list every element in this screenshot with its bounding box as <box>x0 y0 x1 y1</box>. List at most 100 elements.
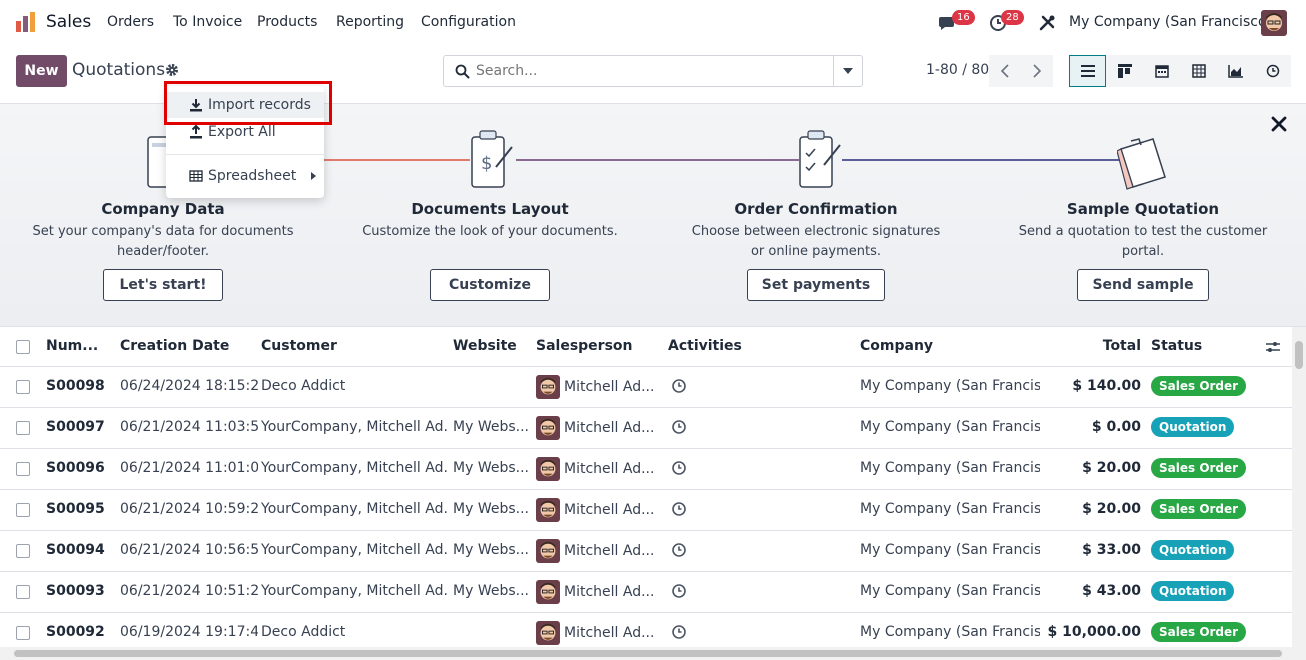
salesperson-avatar <box>536 375 560 399</box>
view-list[interactable] <box>1069 55 1106 87</box>
cell-number: S00097 <box>46 419 105 435</box>
cell-salesperson: Mitchell Ad... <box>564 543 655 559</box>
company-switcher[interactable]: My Company (San Francisco) <box>1069 14 1272 30</box>
row-checkbox[interactable] <box>16 544 30 558</box>
vertical-scrollbar[interactable] <box>1292 327 1306 647</box>
activity-clock-icon[interactable] <box>671 460 687 476</box>
cell-website: My Webs... <box>453 460 529 476</box>
col-activities[interactable]: Activities <box>668 338 742 354</box>
step-desc-documents-layout: Customize the look of your documents. <box>355 222 625 242</box>
pager-next[interactable] <box>1021 55 1053 87</box>
col-creation-date[interactable]: Creation Date <box>120 338 229 354</box>
new-button[interactable]: New <box>16 55 67 87</box>
cell-salesperson: Mitchell Ad... <box>564 625 655 641</box>
send-sample-button[interactable]: Send sample <box>1077 269 1209 301</box>
export-all-label: Export All <box>208 124 276 140</box>
activity-view-icon <box>1266 64 1279 78</box>
menu-orders[interactable]: Orders <box>107 14 154 30</box>
import-records-label: Import records <box>208 97 311 113</box>
view-calendar[interactable] <box>1143 55 1180 87</box>
horizontal-scrollbar[interactable] <box>0 647 1306 660</box>
kanban-view-icon <box>1117 64 1132 78</box>
caret-down-icon <box>843 68 853 74</box>
view-graph[interactable] <box>1217 55 1254 87</box>
pager-value[interactable]: 1-80 / 80 <box>926 62 989 78</box>
status-badge: Sales Order <box>1151 499 1247 519</box>
menu-to-invoice[interactable]: To Invoice <box>173 14 242 30</box>
gear-icon[interactable] <box>165 63 179 77</box>
menu-configuration[interactable]: Configuration <box>421 14 516 30</box>
table-row[interactable]: S00093 06/21/2024 10:51:24 YourCompany, Mi… <box>0 572 1292 613</box>
list-view-icon <box>1080 65 1095 77</box>
chevron-right-icon <box>1033 64 1041 78</box>
salesperson-avatar <box>536 457 560 481</box>
column-options-icon[interactable] <box>1265 339 1281 355</box>
col-salesperson[interactable]: Salesperson <box>536 338 633 354</box>
cell-company: My Company (San Francis... <box>860 501 1040 517</box>
row-checkbox[interactable] <box>16 626 30 640</box>
cell-customer: Deco Addict <box>261 624 346 640</box>
menu-products[interactable]: Products <box>257 14 317 30</box>
search-input[interactable] <box>476 57 831 85</box>
activity-clock-icon[interactable] <box>671 378 687 394</box>
activity-clock-icon[interactable] <box>671 583 687 599</box>
table-row[interactable]: S00094 06/21/2024 10:56:58 YourCompany, Mi… <box>0 531 1292 572</box>
col-status[interactable]: Status <box>1151 338 1202 354</box>
view-activity[interactable] <box>1254 55 1291 87</box>
cell-company: My Company (San Francis... <box>860 583 1040 599</box>
customize-button[interactable]: Customize <box>430 269 550 301</box>
step-desc-order-confirmation: Choose between electronic signatures or … <box>681 222 951 262</box>
vertical-scroll-thumb[interactable] <box>1295 341 1303 369</box>
col-company[interactable]: Company <box>860 338 933 354</box>
col-number[interactable]: Num... <box>46 338 98 354</box>
horizontal-scroll-thumb[interactable] <box>14 650 1282 657</box>
table-row[interactable]: S00097 06/21/2024 11:03:53 YourCompany, Mi… <box>0 408 1292 449</box>
cell-company: My Company (San Francis... <box>860 460 1040 476</box>
col-total[interactable]: Total <box>1050 338 1141 354</box>
app-name[interactable]: Sales <box>46 12 91 32</box>
calendar-view-icon <box>1154 65 1169 78</box>
table-row[interactable]: S00098 06/24/2024 18:15:21 Deco Addict Mitc… <box>0 367 1292 408</box>
cell-creation-date: 06/21/2024 11:03:53 <box>120 419 258 435</box>
close-icon[interactable] <box>1269 114 1289 134</box>
activity-clock-icon[interactable] <box>671 542 687 558</box>
table-row[interactable]: S00095 06/21/2024 10:59:22 YourCompany, Mi… <box>0 490 1292 531</box>
status-badge: Sales Order <box>1151 376 1247 396</box>
page-title: Quotations <box>72 60 166 80</box>
caret-right-icon <box>311 172 316 180</box>
dropdown-divider <box>166 154 324 155</box>
sales-logo-icon[interactable] <box>15 11 37 33</box>
import-records-item[interactable]: Import records <box>166 92 324 118</box>
cell-customer: YourCompany, Mitchell Ad... <box>261 501 447 517</box>
row-checkbox[interactable] <box>16 503 30 517</box>
export-all-item[interactable]: Export All <box>166 119 324 145</box>
user-avatar[interactable] <box>1261 10 1287 36</box>
row-checkbox[interactable] <box>16 421 30 435</box>
col-customer[interactable]: Customer <box>261 338 337 354</box>
view-pivot[interactable] <box>1180 55 1217 87</box>
row-checkbox[interactable] <box>16 380 30 394</box>
tools-icon[interactable] <box>1037 13 1057 33</box>
row-checkbox[interactable] <box>16 585 30 599</box>
step-desc-line: header/footer. <box>116 244 210 259</box>
search-options-toggle[interactable] <box>833 56 862 86</box>
cell-total: $ 33.00 <box>1082 542 1141 558</box>
menu-reporting[interactable]: Reporting <box>336 14 404 30</box>
cell-website: My Webs... <box>453 542 529 558</box>
status-badge: Sales Order <box>1151 622 1247 642</box>
step-desc-line: Choose between electronic signatures <box>691 224 941 239</box>
set-payments-button[interactable]: Set payments <box>747 269 885 301</box>
activity-clock-icon[interactable] <box>671 501 687 517</box>
row-checkbox[interactable] <box>16 462 30 476</box>
cell-creation-date: 06/21/2024 10:59:22 <box>120 501 258 517</box>
lets-start-button[interactable]: Let's start! <box>103 269 223 301</box>
status-badge: Quotation <box>1151 540 1235 560</box>
select-all-checkbox[interactable] <box>16 340 30 354</box>
pager-previous[interactable] <box>989 55 1021 87</box>
activity-clock-icon[interactable] <box>671 624 687 640</box>
col-website[interactable]: Website <box>453 338 517 354</box>
activity-clock-icon[interactable] <box>671 419 687 435</box>
table-row[interactable]: S00096 06/21/2024 11:01:08 YourCompany, Mi… <box>0 449 1292 490</box>
spreadsheet-item[interactable]: Spreadsheet <box>166 163 324 189</box>
view-kanban[interactable] <box>1106 55 1143 87</box>
